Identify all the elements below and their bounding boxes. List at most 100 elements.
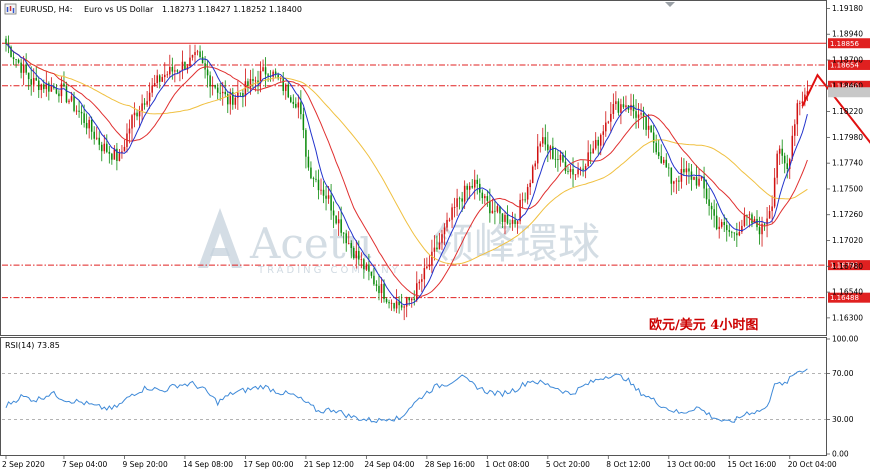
candle-body — [287, 84, 290, 98]
candle-body — [695, 176, 698, 186]
candle-body — [514, 219, 516, 224]
candle-body — [547, 144, 549, 151]
candle-body — [433, 247, 436, 252]
candle-body — [70, 96, 73, 101]
candle-body — [320, 189, 322, 191]
candle-body — [216, 87, 219, 93]
candle-body — [103, 143, 106, 152]
candle-body — [252, 78, 254, 81]
candle-body — [768, 211, 771, 219]
level-label: 1.18856 — [830, 40, 859, 48]
candle-body — [698, 178, 700, 186]
candle-body — [229, 92, 232, 105]
candle-body — [199, 51, 201, 58]
y-tick-label: 1.17740 — [832, 159, 863, 168]
candle-body — [106, 143, 108, 152]
candle-body — [68, 100, 70, 103]
chart-ohlc: 1.18273 1.18427 1.18252 1.18400 — [162, 5, 302, 14]
candle-body — [662, 159, 665, 163]
candle-body — [743, 215, 746, 226]
candle-body — [710, 205, 713, 210]
candle-body — [279, 78, 282, 80]
candle-body — [146, 101, 148, 105]
candle-body — [693, 176, 695, 180]
rsi-pane-frame — [0, 337, 827, 456]
candle-body — [441, 234, 443, 243]
candle-body — [312, 178, 315, 180]
candle-body — [300, 102, 302, 115]
chart-menu-icon[interactable] — [4, 3, 17, 15]
candle-body — [395, 301, 398, 309]
candle-body — [403, 306, 405, 308]
main-pane-frame — [0, 0, 827, 336]
candle-body — [32, 77, 35, 85]
candle-body — [75, 110, 78, 112]
candle-body — [201, 57, 204, 64]
candle-body — [400, 305, 403, 308]
candle-body — [781, 148, 783, 156]
price-axis: 1.191801.189401.187001.184601.182201.179… — [826, 4, 870, 322]
candle-body — [383, 283, 385, 299]
x-tick-label: 7 Sep 04:00 — [62, 460, 108, 469]
x-tick-label: 15 Oct 16:00 — [727, 460, 776, 469]
candle-body — [647, 125, 650, 130]
candle-body — [365, 264, 368, 270]
chart-description: Euro vs US Dollar — [84, 5, 154, 14]
candle-body — [65, 86, 68, 103]
y-tick-label: 1.16540 — [832, 288, 863, 297]
candle-body — [267, 74, 269, 76]
candle-body — [511, 219, 514, 224]
candle-body — [25, 64, 27, 73]
candle-body — [325, 195, 327, 199]
candle-body — [728, 230, 731, 232]
candle-body — [783, 155, 786, 164]
candle-body — [622, 104, 625, 108]
candle-body — [542, 137, 544, 144]
candle-body — [30, 79, 32, 85]
candle-body — [345, 233, 347, 244]
candle-body — [544, 137, 547, 145]
candle-body — [360, 259, 363, 261]
candle-body — [446, 219, 448, 228]
candle-body — [723, 222, 725, 226]
candle-body — [164, 74, 166, 78]
candle-body — [506, 214, 509, 224]
candle-body — [778, 148, 781, 154]
candle-body — [559, 154, 562, 160]
candle-body — [98, 137, 101, 145]
candle-body — [567, 171, 569, 172]
x-tick-label: 2 Sep 2020 — [2, 460, 45, 469]
candle-body — [370, 271, 373, 276]
candle-body — [221, 91, 224, 94]
candle-body — [484, 196, 486, 199]
y-tick-label: 1.18220 — [832, 107, 863, 116]
candle-body — [302, 114, 305, 131]
candle-body — [589, 152, 592, 154]
candle-body — [290, 97, 292, 102]
candle-body — [264, 67, 267, 75]
candle-body — [773, 177, 776, 207]
candle-body — [297, 102, 300, 108]
candle-body — [799, 103, 801, 104]
candle-body — [272, 71, 274, 77]
candle-body — [731, 231, 733, 233]
candle-body — [635, 111, 637, 118]
candle-body — [380, 283, 383, 294]
x-tick-label: 5 Oct 20:00 — [546, 460, 590, 469]
x-tick-label: 9 Sep 20:00 — [122, 460, 168, 469]
candle-body — [428, 264, 431, 267]
candle-body — [526, 187, 529, 200]
candle-body — [350, 243, 353, 248]
candle-body — [249, 78, 252, 88]
candle-body — [466, 185, 468, 190]
candle-body — [189, 57, 191, 67]
candle-body — [660, 156, 662, 163]
candle-body — [599, 134, 602, 146]
candle-body — [413, 298, 416, 300]
x-tick-label: 21 Sep 12:00 — [304, 460, 354, 469]
candle-body — [363, 259, 365, 270]
candle-body — [184, 61, 186, 70]
candle-body — [458, 198, 461, 200]
candle-body — [471, 185, 473, 188]
candle-body — [151, 85, 153, 93]
